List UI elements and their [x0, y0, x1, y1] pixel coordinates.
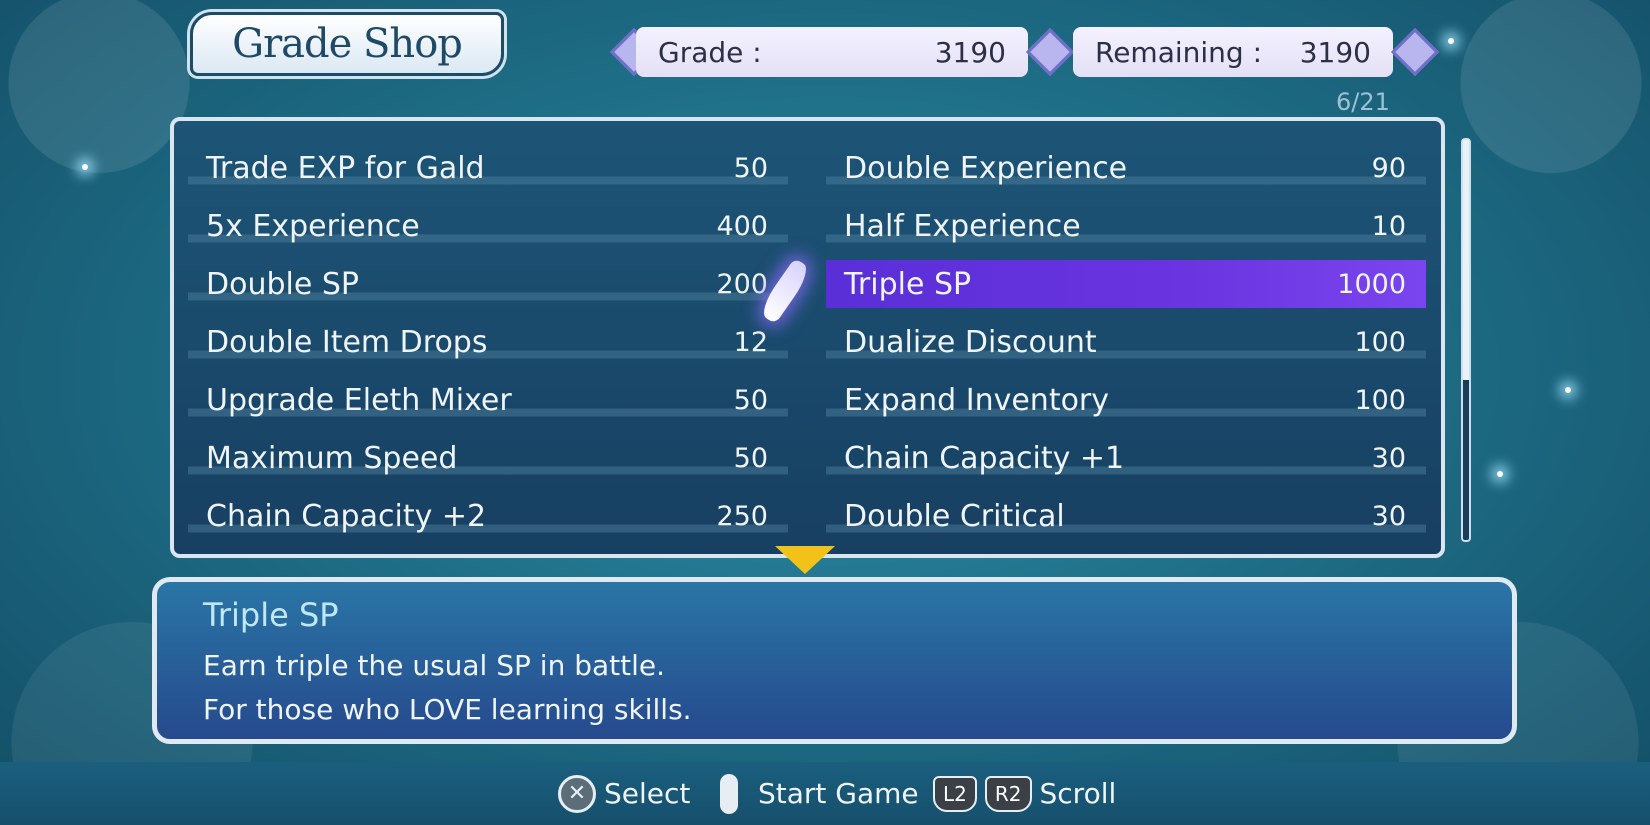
item-name: Maximum Speed	[206, 440, 458, 476]
item-cost: 30	[1371, 500, 1406, 532]
shop-item[interactable]: Double Critical 30	[826, 492, 1426, 540]
page-counter: 6/21	[1336, 88, 1390, 116]
item-name: Double Experience	[844, 150, 1128, 186]
select-hint[interactable]: ✕ Select	[558, 762, 690, 825]
description-panel: Triple SP Earn triple the usual SP in ba…	[152, 577, 1517, 744]
cross-button-icon: ✕	[558, 774, 596, 813]
item-cost: 12	[733, 326, 768, 358]
shop-item[interactable]: Trade EXP for Gald 50	[188, 144, 788, 192]
remaining-display: Remaining : 3190	[1073, 27, 1393, 77]
grade-value: 3190	[934, 35, 1006, 69]
shop-item[interactable]: Double SP 200	[188, 260, 788, 308]
shop-list-panel: Trade EXP for Gald 50 Double Experience 90…	[170, 117, 1445, 558]
shop-item[interactable]: Expand Inventory 100	[826, 376, 1426, 424]
shop-item[interactable]: Double Item Drops 12	[188, 318, 788, 366]
item-name: Double Critical	[844, 498, 1065, 534]
item-cost: 100	[1354, 384, 1406, 416]
remaining-value: 3190	[1299, 35, 1371, 69]
shop-item-selected[interactable]: Triple SP 1000	[826, 260, 1426, 308]
item-cost: 1000	[1337, 268, 1406, 300]
start-game-hint[interactable]: Start Game	[720, 762, 919, 825]
scrollbar[interactable]	[1461, 138, 1471, 542]
item-cost: 400	[716, 210, 768, 242]
page-title: Grade Shop	[190, 12, 504, 76]
shop-item[interactable]: Upgrade Eleth Mixer 50	[188, 376, 788, 424]
shop-item[interactable]: Half Experience 10	[826, 202, 1426, 250]
item-name: Triple SP	[844, 266, 972, 302]
shop-item[interactable]: Chain Capacity +1 30	[826, 434, 1426, 482]
item-cost: 10	[1371, 210, 1406, 242]
item-cost: 50	[733, 384, 768, 416]
l2-button-icon: L2	[933, 775, 977, 812]
item-cost: 90	[1371, 152, 1406, 184]
scroll-down-arrow-icon[interactable]	[775, 546, 835, 574]
scroll-hint[interactable]: L2 R2 Scroll	[933, 762, 1116, 825]
shop-item[interactable]: Double Experience 90	[826, 144, 1426, 192]
description-title: Triple SP	[203, 596, 339, 634]
item-name: Upgrade Eleth Mixer	[206, 382, 512, 418]
grade-display: Grade : 3190	[636, 27, 1028, 77]
item-name: Trade EXP for Gald	[206, 150, 485, 186]
touchpad-button-icon	[720, 773, 738, 814]
shop-item[interactable]: Dualize Discount 100	[826, 318, 1426, 366]
scroll-label: Scroll	[1039, 777, 1117, 810]
item-name: Double Item Drops	[206, 324, 488, 360]
grade-label: Grade :	[658, 35, 762, 69]
item-name: Double SP	[206, 266, 359, 302]
select-label: Select	[604, 777, 691, 810]
sparkle	[82, 164, 88, 170]
shop-item[interactable]: Maximum Speed 50	[188, 434, 788, 482]
item-cost: 30	[1371, 442, 1406, 474]
item-cost: 50	[733, 442, 768, 474]
sparkle	[1497, 471, 1503, 477]
description-line: Earn triple the usual SP in battle.	[203, 649, 666, 682]
shop-item[interactable]: Chain Capacity +2 250	[188, 492, 788, 540]
item-cost: 50	[733, 152, 768, 184]
item-cost: 100	[1354, 326, 1406, 358]
remaining-label: Remaining :	[1095, 35, 1263, 69]
item-name: Chain Capacity +2	[206, 498, 487, 534]
r2-button-icon: R2	[984, 775, 1032, 812]
item-name: Dualize Discount	[844, 324, 1097, 360]
shop-item[interactable]: 5x Experience 400	[188, 202, 788, 250]
item-cost: 200	[716, 268, 768, 300]
description-line: For those who LOVE learning skills.	[203, 693, 692, 726]
item-name: Chain Capacity +1	[844, 440, 1125, 476]
sparkle	[1448, 38, 1454, 44]
item-name: Expand Inventory	[844, 382, 1110, 418]
item-cost: 250	[716, 500, 768, 532]
item-name: Half Experience	[844, 208, 1081, 244]
sparkle	[1565, 387, 1571, 393]
start-game-label: Start Game	[758, 777, 919, 810]
control-hints-bar: ✕ Select Start Game L2 R2 Scroll	[0, 762, 1650, 825]
item-name: 5x Experience	[206, 208, 420, 244]
scrollbar-thumb[interactable]	[1463, 140, 1469, 380]
